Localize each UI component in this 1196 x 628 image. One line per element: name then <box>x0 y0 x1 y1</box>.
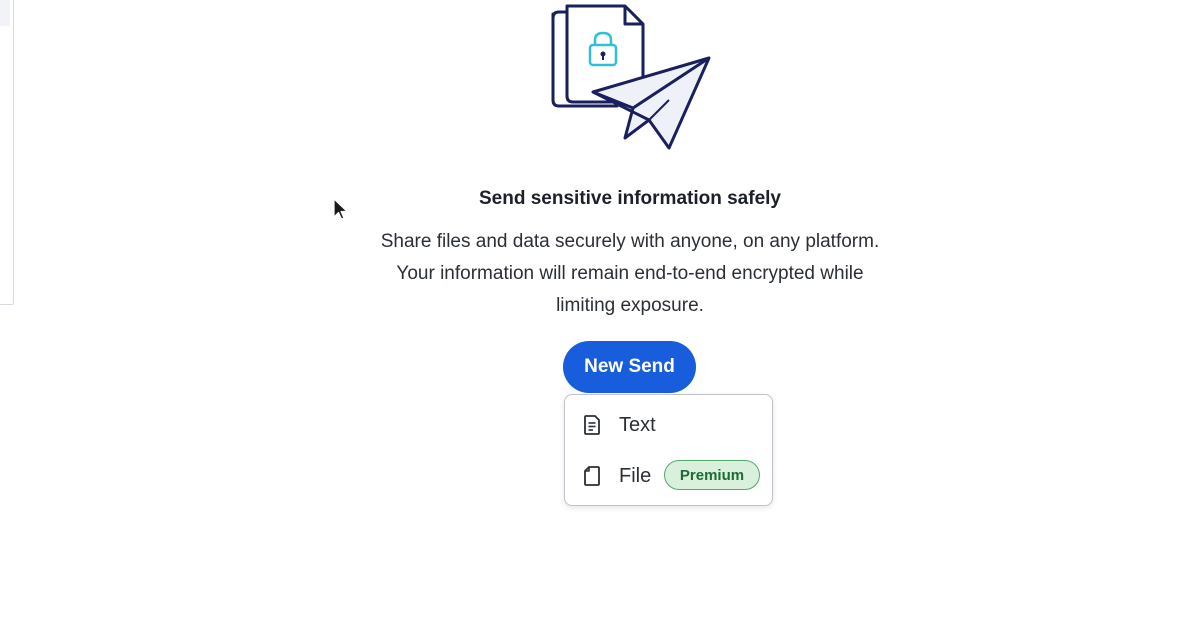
premium-badge: Premium <box>664 460 760 490</box>
menu-item-text-label: Text <box>619 414 656 436</box>
send-page: Send sensitive information safely Share … <box>0 0 1196 628</box>
empty-state-title: Send sensitive information safely <box>479 188 781 209</box>
menu-item-file-label: File <box>619 465 652 487</box>
file-icon <box>582 465 602 487</box>
empty-state-description: Share files and data securely with anyon… <box>380 231 880 316</box>
mouse-pointer-icon <box>333 198 349 222</box>
menu-item-file[interactable]: File Premium <box>565 452 772 500</box>
text-document-icon <box>582 414 602 436</box>
send-lock-illustration <box>545 0 715 152</box>
side-panel-tab <box>0 0 10 26</box>
menu-item-text[interactable]: Text <box>565 401 772 449</box>
new-send-menu: Text File Premium <box>564 394 773 506</box>
new-send-button[interactable]: New Send <box>563 341 696 393</box>
side-panel-edge <box>0 0 14 305</box>
